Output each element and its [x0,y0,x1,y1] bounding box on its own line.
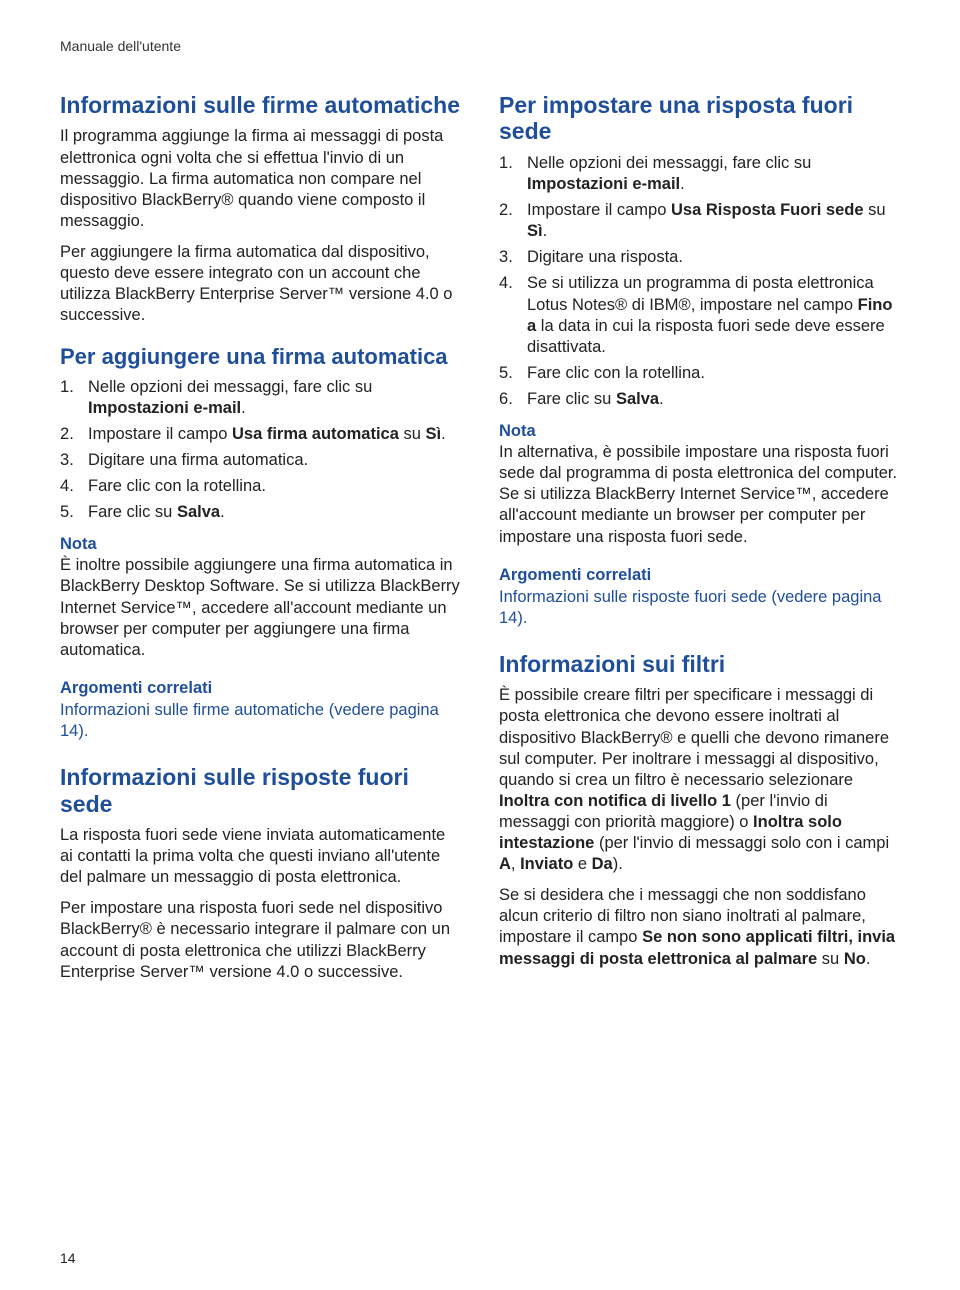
list-item: Impostare il campo Usa Risposta Fuori se… [499,200,900,242]
heading-set-ooo: Per impostare una risposta fuori sede [499,92,900,145]
right-column: Per impostare una risposta fuori sede Ne… [499,92,900,993]
list-item: Se si utilizza un programma di posta ele… [499,273,900,357]
page-header: Manuale dell'utente [60,38,900,54]
paragraph: Il programma aggiunge la firma ai messag… [60,126,461,232]
note-label: Nota [499,422,900,441]
heading-add-signature: Per aggiungere una firma automatica [60,344,461,369]
related-topics-label: Argomenti correlati [60,679,461,698]
left-column: Informazioni sulle firme automatiche Il … [60,92,461,993]
list-item: Fare clic su Salva. [499,389,900,410]
heading-out-of-office: Informazioni sulle risposte fuori sede [60,764,461,817]
related-link[interactable]: Informazioni sulle risposte fuori sede (… [499,587,900,629]
steps-list: Nelle opzioni dei messaggi, fare clic su… [499,153,900,410]
related-topics-label: Argomenti correlati [499,566,900,585]
note-text: È inoltre possibile aggiungere una firma… [60,555,461,661]
list-item: Digitare una risposta. [499,247,900,268]
paragraph: È possibile creare filtri per specificar… [499,685,900,875]
related-link[interactable]: Informazioni sulle firme automatiche (ve… [60,700,461,742]
list-item: Fare clic con la rotellina. [60,476,461,497]
list-item: Fare clic con la rotellina. [499,363,900,384]
list-item: Nelle opzioni dei messaggi, fare clic su… [60,377,461,419]
list-item: Digitare una firma automatica. [60,450,461,471]
paragraph: Per impostare una risposta fuori sede ne… [60,898,461,982]
list-item: Fare clic su Salva. [60,502,461,523]
steps-list: Nelle opzioni dei messaggi, fare clic su… [60,377,461,524]
list-item: Nelle opzioni dei messaggi, fare clic su… [499,153,900,195]
note-text: In alternativa, è possibile impostare un… [499,442,900,548]
heading-filters: Informazioni sui filtri [499,651,900,677]
paragraph: La risposta fuori sede viene inviata aut… [60,825,461,888]
paragraph: Per aggiungere la firma automatica dal d… [60,242,461,326]
paragraph: Se si desidera che i messaggi che non so… [499,885,900,969]
list-item: Impostare il campo Usa firma automatica … [60,424,461,445]
heading-auto-signatures: Informazioni sulle firme automatiche [60,92,461,118]
content-columns: Informazioni sulle firme automatiche Il … [60,92,900,993]
page-number: 14 [60,1250,76,1266]
note-label: Nota [60,535,461,554]
